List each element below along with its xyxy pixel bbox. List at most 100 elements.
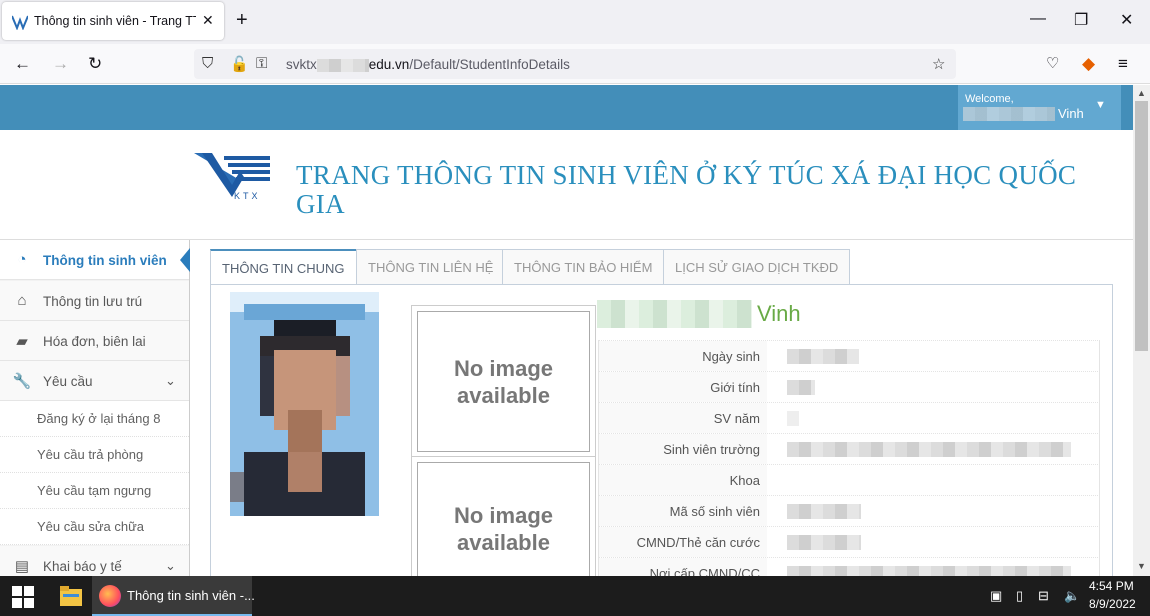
- minimize-icon[interactable]: —: [1030, 10, 1046, 28]
- redacted-value: [787, 504, 861, 519]
- ktx-logo: KTX: [194, 153, 270, 201]
- image-placeholder: No image available: [411, 456, 596, 596]
- vm-icon[interactable]: ▣: [990, 588, 1002, 604]
- chevron-down-icon: ⌄: [165, 373, 176, 388]
- scroll-thumb[interactable]: [1135, 101, 1148, 351]
- pocket-icon[interactable]: ♡: [1046, 54, 1059, 72]
- extension-fox-icon[interactable]: ◆: [1082, 54, 1095, 74]
- redacted-value: [787, 566, 1071, 576]
- reload-icon[interactable]: ↻: [88, 54, 102, 74]
- info-label: Khoa: [599, 465, 767, 495]
- redacted-value: [787, 411, 799, 426]
- browser-tab-strip: Thông tin sinh viên - Trang TTSV ✕ + — ❐…: [0, 0, 1150, 44]
- tab-contact-info[interactable]: THÔNG TIN LIÊN HỆ: [356, 249, 506, 285]
- info-label: Ngày sinh: [599, 341, 767, 371]
- url-bar[interactable]: ⛉ 🔓 ⚿ svktx edu.vn/Default/StudentInfoDet…: [194, 49, 956, 79]
- browser-tab[interactable]: Thông tin sinh viên - Trang TTSV ✕: [2, 2, 224, 40]
- insecure-lock-icon[interactable]: 🔓: [230, 55, 249, 73]
- student-photo: [230, 292, 379, 516]
- user-menu[interactable]: Welcome, Vinh ▼: [958, 85, 1121, 130]
- network-icon[interactable]: ⊟: [1038, 588, 1049, 604]
- sidebar-subitem-checkout[interactable]: Yêu cầu trả phòng: [0, 437, 189, 473]
- redacted-name: [597, 300, 752, 328]
- info-label: SV năm: [599, 403, 767, 433]
- clock-time[interactable]: 4:54 PM: [1089, 579, 1134, 593]
- redacted-value: [787, 442, 1071, 457]
- sidebar-subitem-label: Yêu cầu sửa chữa: [37, 519, 145, 534]
- tab-insurance-info[interactable]: THÔNG TIN BẢO HIỂM: [502, 249, 665, 285]
- caret-down-icon: ▼: [1095, 99, 1106, 111]
- taskbar-firefox-button[interactable]: Thông tin sinh viên -...: [92, 576, 255, 616]
- site-title: TRANG THÔNG TIN SINH VIÊN Ở KÝ TÚC XÁ ĐẠ…: [296, 160, 1077, 219]
- sidebar-subitem-label: Yêu cầu tạm ngưng: [37, 483, 152, 498]
- wrench-icon: 🔧: [12, 373, 32, 390]
- sidebar-item-label: Yêu cầu: [43, 374, 93, 389]
- info-row-faculty: Khoa: [598, 464, 1100, 495]
- no-image-text: No image available: [417, 311, 590, 452]
- sidebar-item-residence-info[interactable]: ⌂ Thông tin lưu trú: [0, 281, 189, 321]
- sidebar-subitem-stay-august[interactable]: Đăng ký ở lại tháng 8: [0, 401, 189, 437]
- clock-date[interactable]: 8/9/2022: [1089, 597, 1136, 611]
- tab-close-icon[interactable]: ✕: [202, 12, 214, 29]
- info-label: Sinh viên trường: [599, 434, 767, 464]
- info-row-year: SV năm: [598, 402, 1100, 433]
- dashboard-icon: ◔: [17, 251, 27, 268]
- bookmark-star-icon[interactable]: ☆: [932, 55, 945, 73]
- sidebar-subitem-repair[interactable]: Yêu cầu sửa chữa: [0, 509, 189, 545]
- info-row-student-id: Mã số sinh viên: [598, 495, 1100, 526]
- firefox-icon: [99, 585, 121, 607]
- menu-icon[interactable]: ≡: [1118, 54, 1128, 74]
- browser-toolbar: ← → ↻ ⛉ 🔓 ⚿ svktx edu.vn/Default/StudentI…: [0, 44, 1150, 84]
- sidebar-item-student-info[interactable]: ◔ Thông tin sinh viên: [0, 240, 190, 280]
- info-row-university: Sinh viên trường: [598, 433, 1100, 464]
- ktx-favicon-icon: [12, 15, 28, 30]
- os-taskbar: Thông tin sinh viên -... ▣ ▯ ⊟ 🔈 4:54 PM…: [0, 576, 1150, 616]
- tab-general-info[interactable]: THÔNG TIN CHUNG: [210, 249, 357, 286]
- info-label: Giới tính: [599, 372, 767, 402]
- redacted-value: [787, 349, 859, 364]
- windows-start-icon[interactable]: [12, 586, 34, 608]
- chevron-down-icon: ⌄: [165, 558, 176, 573]
- active-indicator: [180, 248, 190, 272]
- plus-icon[interactable]: +: [236, 9, 248, 32]
- volume-icon[interactable]: 🔈: [1064, 588, 1080, 604]
- info-label: Mã số sinh viên: [599, 496, 767, 526]
- tab-transaction-history[interactable]: LỊCH SỬ GIAO DỊCH TKĐD: [663, 249, 851, 285]
- redacted-value: [787, 535, 861, 550]
- device-icon[interactable]: ▯: [1016, 588, 1023, 604]
- taskbar-app-label: Thông tin sinh viên -...: [127, 588, 255, 603]
- image-placeholder: No image available: [411, 305, 596, 458]
- sidebar-subitem-suspend[interactable]: Yêu cầu tạm ngưng: [0, 473, 189, 509]
- browser-tab-title: Thông tin sinh viên - Trang TTSV: [34, 14, 196, 28]
- info-label: CMND/Thẻ căn cước: [599, 527, 767, 557]
- student-name: Vinh: [757, 301, 801, 326]
- sidebar-item-requests[interactable]: 🔧 Yêu cầu ⌄: [0, 361, 189, 401]
- file-explorer-icon[interactable]: [60, 586, 82, 606]
- maximize-icon[interactable]: ❐: [1074, 10, 1088, 30]
- forward-icon[interactable]: →: [52, 54, 69, 74]
- info-row-gender: Giới tính: [598, 371, 1100, 402]
- info-row-birthdate: Ngày sinh: [598, 340, 1100, 371]
- book-icon: ▰: [16, 333, 28, 350]
- page-scrollbar[interactable]: ▲ ▼: [1133, 85, 1150, 576]
- scroll-down-icon[interactable]: ▼: [1137, 561, 1146, 571]
- sidebar-item-label: Thông tin lưu trú: [43, 294, 143, 309]
- back-icon[interactable]: ←: [14, 54, 31, 74]
- sidebar-item-label: Hóa đơn, biên lai: [43, 334, 146, 349]
- welcome-text: Welcome,: [965, 93, 1014, 105]
- close-icon[interactable]: ✕: [1120, 10, 1133, 30]
- home-icon: ⌂: [17, 292, 27, 309]
- info-label: Nơi cấp CMND/CC: [599, 558, 767, 576]
- shield-icon[interactable]: ⛉: [202, 55, 213, 72]
- sidebar-subitem-label: Đăng ký ở lại tháng 8: [37, 411, 161, 426]
- scroll-up-icon[interactable]: ▲: [1137, 88, 1146, 98]
- info-row-id-card: CMND/Thẻ căn cước: [598, 526, 1100, 557]
- svg-text:KTX: KTX: [234, 191, 261, 201]
- info-row-id-issuer: Nơi cấp CMND/CC: [598, 557, 1100, 576]
- sidebar-item-label: Khai báo y tế: [43, 559, 122, 574]
- key-icon[interactable]: ⚿: [256, 55, 267, 72]
- url-text[interactable]: svktx edu.vn/Default/StudentInfoDetails: [286, 57, 570, 72]
- sidebar-item-invoices[interactable]: ▰ Hóa đơn, biên lai: [0, 321, 189, 361]
- user-name: Vinh: [1058, 106, 1084, 121]
- sidebar-item-label: Thông tin sinh viên: [43, 253, 167, 268]
